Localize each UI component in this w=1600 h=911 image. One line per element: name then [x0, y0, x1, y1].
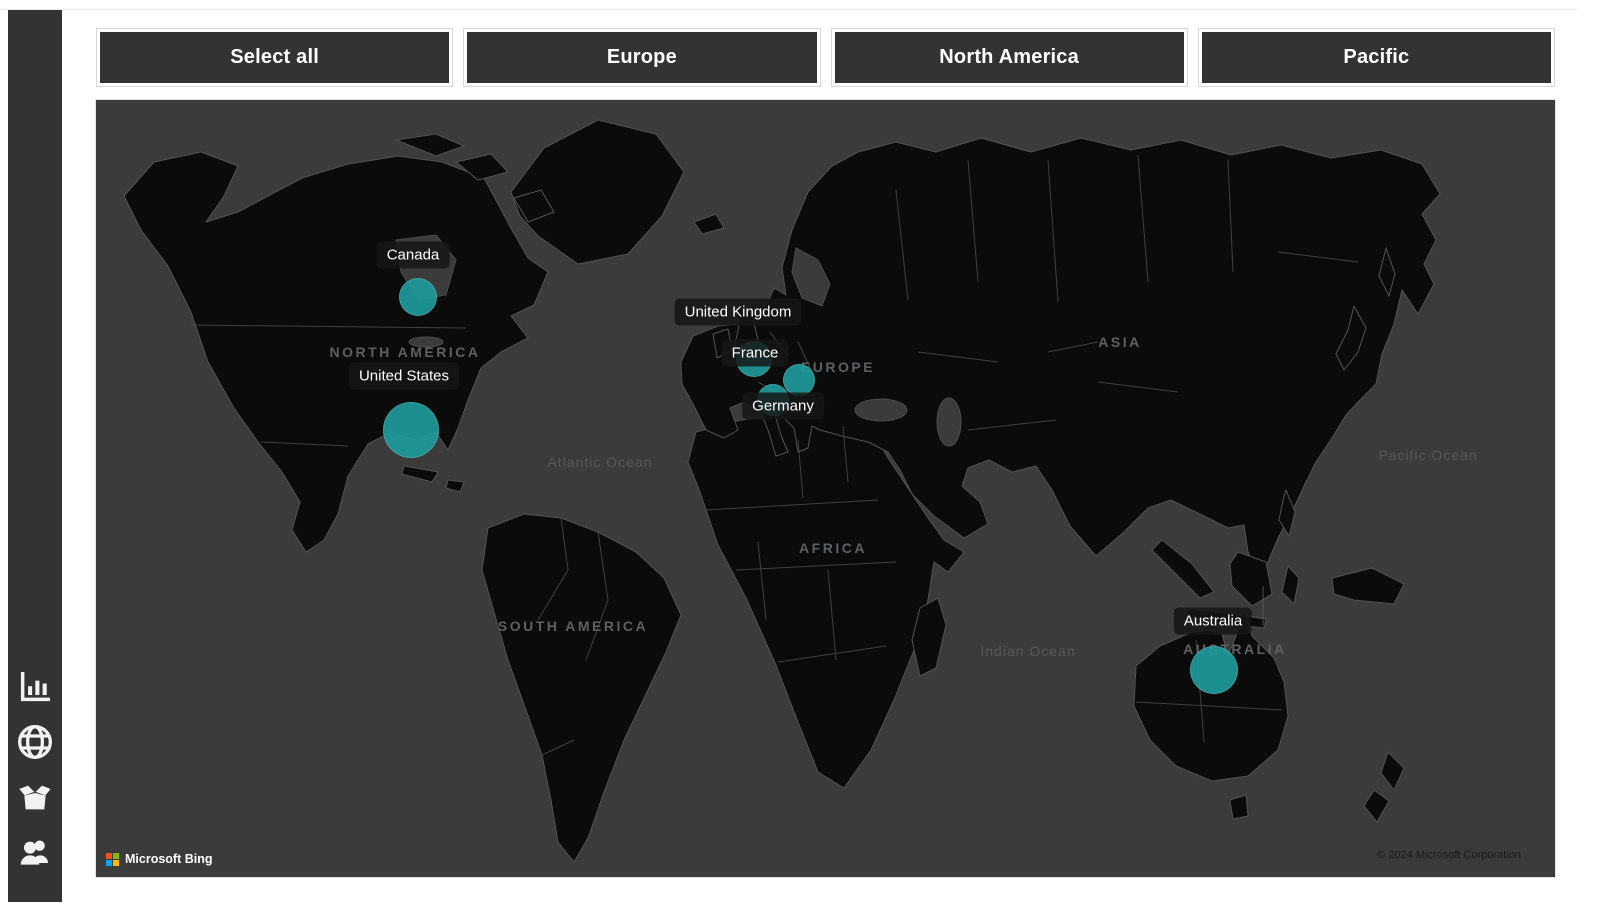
- slicer-button-pacific[interactable]: Pacific: [1198, 28, 1555, 87]
- data-bubble-france[interactable]: [757, 384, 789, 416]
- data-bubble-germany[interactable]: [783, 364, 815, 396]
- microsoft-logo-square: [113, 853, 119, 859]
- geo-label-pacific-ocean: Pacific Ocean: [1378, 447, 1477, 463]
- slicer-button-label: North America: [835, 32, 1184, 83]
- microsoft-logo-square: [113, 860, 119, 866]
- data-bubble-australia[interactable]: [1190, 646, 1238, 694]
- people-icon[interactable]: [15, 832, 55, 872]
- map-overlays: NORTH AMERICASOUTH AMERICAEUROPEAFRICAAS…: [96, 100, 1555, 877]
- data-bubble-canada[interactable]: [399, 278, 437, 316]
- geo-label-indian-ocean: Indian Ocean: [980, 643, 1075, 659]
- microsoft-logo-square: [106, 853, 112, 859]
- globe-icon[interactable]: [15, 722, 55, 762]
- region-slicer-row: Select all Europe North America Pacific: [96, 28, 1555, 87]
- data-bubble-united-states[interactable]: [383, 402, 439, 458]
- microsoft-logo-square: [106, 860, 112, 866]
- left-nav-rail: [8, 10, 62, 902]
- geo-label-south-america: SOUTH AMERICA: [498, 618, 648, 634]
- geo-label-atlantic-ocean: Atlantic Ocean: [547, 454, 652, 470]
- data-bubble-united-kingdom[interactable]: [736, 341, 772, 377]
- country-label-chip-united-kingdom: United Kingdom: [675, 299, 802, 326]
- bing-logo-text: Microsoft Bing: [125, 852, 213, 866]
- country-label-chip-united-states: United States: [349, 363, 459, 390]
- geo-label-north-america: NORTH AMERICA: [330, 344, 481, 360]
- slicer-button-north-america[interactable]: North America: [831, 28, 1188, 87]
- geo-label-asia: ASIA: [1098, 334, 1141, 350]
- country-label-chip-canada: Canada: [377, 242, 450, 269]
- map-copyright: © 2024 Microsoft Corporation: [1377, 849, 1521, 861]
- slicer-button-select-all[interactable]: Select all: [96, 28, 453, 87]
- box-icon[interactable]: [15, 777, 55, 817]
- bing-attribution[interactable]: Microsoft Bing: [106, 852, 213, 866]
- slicer-button-label: Pacific: [1202, 32, 1551, 83]
- slicer-button-label: Select all: [100, 32, 449, 83]
- slicer-button-label: Europe: [467, 32, 816, 83]
- geo-label-africa: AFRICA: [799, 540, 867, 556]
- window-top-divider: [0, 9, 1578, 10]
- bing-map-visual[interactable]: NORTH AMERICASOUTH AMERICAEUROPEAFRICAAS…: [96, 100, 1555, 877]
- slicer-button-europe[interactable]: Europe: [463, 28, 820, 87]
- microsoft-logo-icon: [106, 853, 119, 866]
- bar-chart-icon[interactable]: [15, 667, 55, 707]
- country-label-chip-australia: Australia: [1174, 608, 1252, 635]
